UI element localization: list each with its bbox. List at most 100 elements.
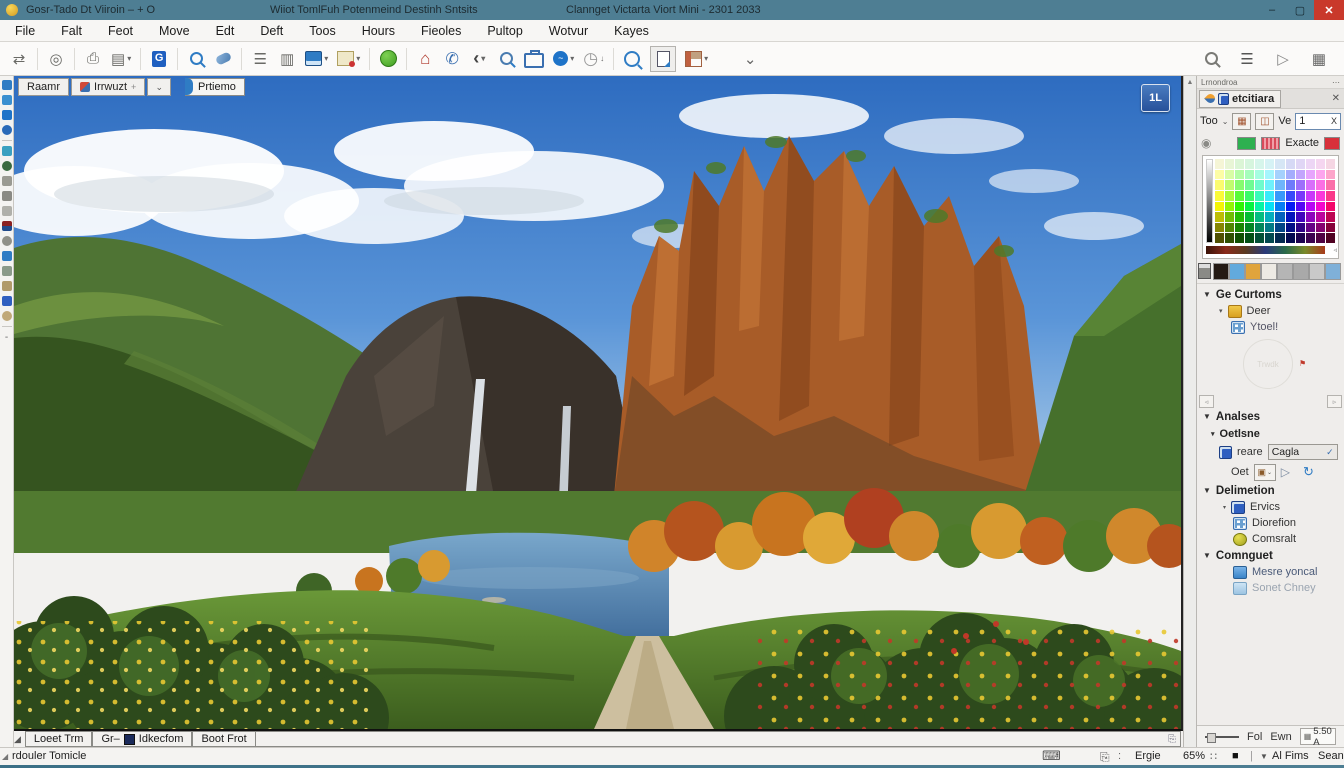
zoom-search-icon[interactable] — [623, 47, 641, 71]
palette-cell[interactable] — [1275, 202, 1284, 212]
palette-cell[interactable] — [1225, 159, 1234, 169]
collapse-icon[interactable]: ▼ — [1203, 486, 1211, 495]
palette-cell[interactable] — [1255, 180, 1264, 190]
palette-cell[interactable] — [1225, 233, 1234, 243]
swatch-6[interactable] — [1293, 263, 1309, 280]
palette-cell[interactable] — [1235, 170, 1244, 180]
palette-cell[interactable] — [1275, 233, 1284, 243]
palette-cell[interactable] — [1306, 159, 1315, 169]
close-button[interactable]: ✕ — [1314, 0, 1344, 20]
floating-tag-prtiemo[interactable]: Prtiemo — [185, 78, 245, 96]
menu-fieoles[interactable]: Fieoles — [408, 24, 474, 38]
tool-icon-12[interactable] — [2, 251, 12, 261]
palette-cell[interactable] — [1215, 159, 1224, 169]
vertical-scrollbar[interactable]: ▲ — [1183, 76, 1196, 747]
palette-cell[interactable] — [1265, 233, 1274, 243]
palette-cell[interactable] — [1306, 233, 1315, 243]
tool-icon-2[interactable] — [2, 95, 12, 105]
palette-cell[interactable] — [1225, 191, 1234, 201]
palette-cell[interactable] — [1286, 223, 1295, 233]
swatch-3[interactable] — [1245, 263, 1261, 280]
play-icon[interactable]: ▷ — [1281, 465, 1290, 479]
section-analses[interactable]: ▼ Analses — [1197, 408, 1344, 425]
canvas-tab-raamr[interactable]: Raamr — [18, 78, 69, 96]
section-comnguet[interactable]: ▼ Comnguet — [1197, 547, 1344, 564]
item-sonet-chney[interactable]: Sonet Chney — [1197, 580, 1344, 596]
section-delimetion[interactable]: ▼ Delimetion — [1197, 482, 1344, 499]
palette-cell[interactable] — [1316, 202, 1325, 212]
menu-file[interactable]: File — [2, 24, 48, 38]
al-fims-dropdown[interactable]: Al Fims — [1272, 750, 1309, 762]
collapse-icon[interactable]: ▼ — [1203, 551, 1211, 560]
palette-cell[interactable] — [1306, 170, 1315, 180]
bulb-icon[interactable]: ◎ — [47, 47, 65, 71]
palette-cell[interactable] — [1265, 223, 1274, 233]
home-icon[interactable]: ⌂ — [416, 47, 434, 71]
striped-swatch-button[interactable] — [1261, 137, 1280, 150]
palette-cell[interactable] — [1265, 202, 1274, 212]
hue-gradient-bar[interactable] — [1206, 246, 1325, 254]
swatch-stack-icon[interactable] — [1198, 263, 1211, 279]
menu-pultop[interactable]: Pultop — [474, 24, 535, 38]
reare-input[interactable]: Cagla ✓ — [1268, 444, 1338, 460]
item-comsralt[interactable]: Comsralt — [1197, 531, 1344, 547]
tool-icon-16[interactable] — [2, 311, 12, 321]
black-chip-icon[interactable]: ■ — [1232, 750, 1239, 762]
panel-header-dots-icon[interactable]: ⋯ — [1332, 78, 1340, 87]
tool-icon-13[interactable] — [2, 266, 12, 276]
palette-cell[interactable] — [1286, 159, 1295, 169]
menu-falt[interactable]: Falt — [48, 24, 95, 38]
expand-icon[interactable]: ▾ — [1219, 307, 1223, 315]
palette-cell[interactable] — [1225, 170, 1234, 180]
palette-cell[interactable] — [1326, 191, 1335, 201]
palette-cell[interactable] — [1326, 180, 1335, 190]
print-icon[interactable]: ⎙ — [84, 47, 102, 71]
menu-kayes[interactable]: Kayes — [601, 24, 662, 38]
doc-page-icon[interactable]: ⎘ — [1100, 750, 1110, 765]
palette-cell[interactable] — [1235, 159, 1244, 169]
palette-cell[interactable] — [1316, 191, 1325, 201]
briefcase-icon[interactable] — [524, 47, 544, 71]
palette-cell[interactable] — [1296, 202, 1305, 212]
select-page-tool[interactable] — [650, 46, 676, 72]
zoom-slider[interactable] — [1205, 736, 1239, 738]
tool-icon-15[interactable] — [2, 296, 12, 306]
canvas-image[interactable] — [14, 76, 1183, 731]
palette-cell[interactable] — [1245, 159, 1254, 169]
palette-cell[interactable] — [1265, 212, 1274, 222]
tool-icon-7[interactable] — [2, 176, 12, 186]
item-mesre-yoncal[interactable]: Mesre yoncal — [1197, 564, 1344, 580]
palette-cell[interactable] — [1265, 159, 1274, 169]
palette-cell[interactable] — [1306, 202, 1315, 212]
palette-cell[interactable] — [1215, 191, 1224, 201]
more-tools-dropdown[interactable]: ⌄ — [741, 47, 759, 71]
palette-cell[interactable] — [1286, 180, 1295, 190]
palette-cell[interactable] — [1306, 212, 1315, 222]
palette-cell[interactable] — [1306, 191, 1315, 201]
tool-icon-6[interactable] — [2, 161, 12, 171]
palette-cell[interactable] — [1296, 212, 1305, 222]
palette-cell[interactable] — [1225, 180, 1234, 190]
palette-cell[interactable] — [1296, 180, 1305, 190]
palette-cell[interactable] — [1235, 212, 1244, 222]
menu-move[interactable]: Move — [146, 24, 203, 38]
tree-item-ytoel[interactable]: Ytoel! — [1197, 319, 1344, 335]
item-ervics[interactable]: ▾ Ervics — [1197, 499, 1344, 515]
swatch-4[interactable] — [1261, 263, 1277, 280]
collapse-icon[interactable]: ▾ — [1211, 430, 1215, 438]
section-ge-curtoms[interactable]: ▼ Ge Curtoms — [1197, 286, 1344, 303]
swatch-8[interactable] — [1325, 263, 1341, 280]
oet-dropdown-button[interactable]: ▣⌄ — [1254, 464, 1276, 481]
palette-cell[interactable] — [1296, 159, 1305, 169]
palette-cell[interactable] — [1265, 191, 1274, 201]
palette-cell[interactable] — [1265, 170, 1274, 180]
dot-grid-icon[interactable]: ∷ — [1210, 750, 1217, 763]
tool-icon-1[interactable] — [2, 80, 12, 90]
palette-cell[interactable] — [1255, 223, 1264, 233]
palette-cell[interactable] — [1316, 170, 1325, 180]
red-swatch-button[interactable] — [1324, 137, 1340, 150]
palette-cell[interactable] — [1215, 202, 1224, 212]
palette-cell[interactable] — [1316, 223, 1325, 233]
palette-cell[interactable] — [1326, 159, 1335, 169]
swatch-1[interactable] — [1213, 263, 1229, 280]
